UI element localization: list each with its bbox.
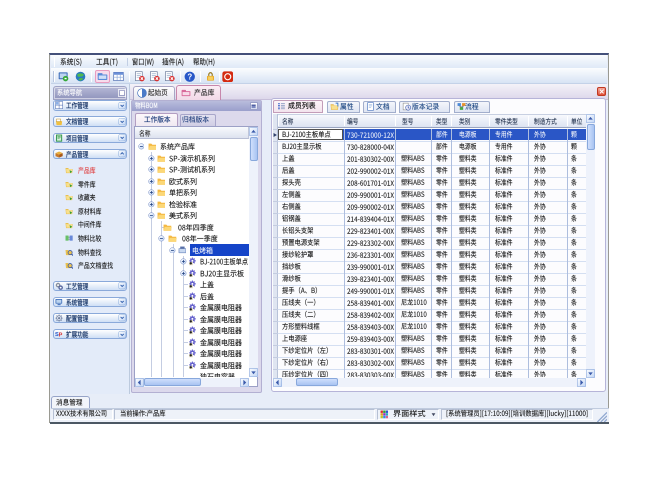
svg-text:P: P bbox=[59, 333, 63, 339]
svg-text:?: ? bbox=[187, 72, 192, 81]
